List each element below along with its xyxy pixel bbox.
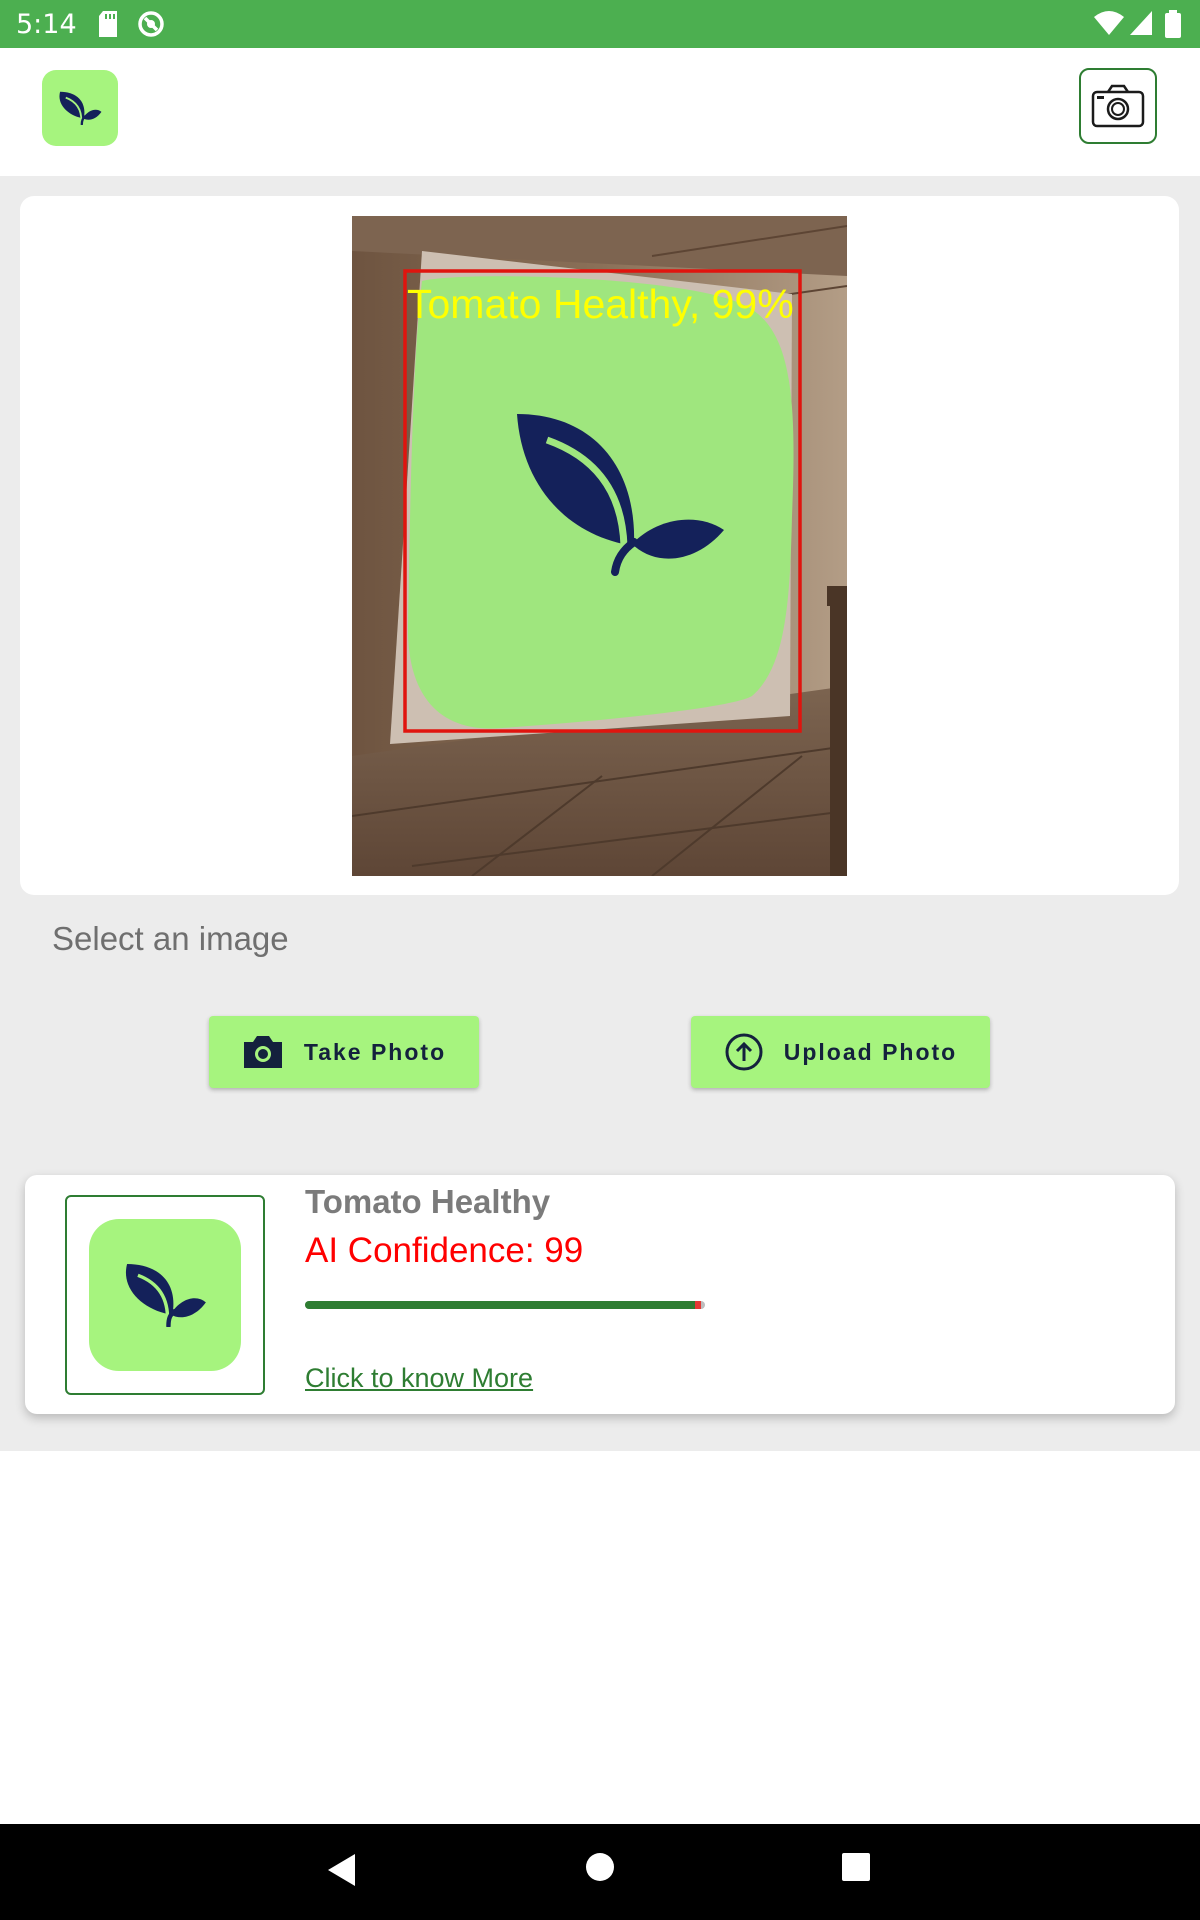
select-image-label: Select an image xyxy=(52,920,289,957)
status-bar: 5:14 xyxy=(0,0,1200,48)
back-icon[interactable] xyxy=(326,1852,358,1888)
sync-icon xyxy=(138,11,164,37)
confidence-text: AI Confidence: 99 xyxy=(305,1231,584,1270)
upload-photo-button[interactable]: Upload Photo xyxy=(691,1016,990,1088)
confidence-progress-fill xyxy=(305,1301,695,1309)
app-logo xyxy=(42,70,118,146)
sd-card-icon xyxy=(99,11,117,37)
take-photo-label: Take Photo xyxy=(303,1038,447,1065)
upload-photo-label: Upload Photo xyxy=(783,1038,958,1065)
home-icon[interactable] xyxy=(585,1852,615,1882)
result-card: Tomato Healthy AI Confidence: 99 Click t… xyxy=(25,1175,1175,1414)
navigation-bar xyxy=(0,1824,1200,1920)
detection-image: Tomato Healthy, 99% xyxy=(352,216,847,876)
image-preview-card: Tomato Healthy, 99% xyxy=(20,196,1179,895)
result-thumbnail xyxy=(65,1195,265,1395)
result-title: Tomato Healthy xyxy=(305,1183,551,1220)
leaf-icon xyxy=(59,91,102,125)
battery-icon xyxy=(1165,10,1181,38)
camera-icon xyxy=(1091,84,1145,128)
app-bar xyxy=(0,48,1200,176)
signal-icon xyxy=(1130,11,1152,35)
main-content: Tomato Healthy, 99% Select an image Take… xyxy=(0,176,1200,1451)
leaf-icon xyxy=(125,1263,206,1327)
camera-button[interactable] xyxy=(1079,68,1157,144)
camera-icon xyxy=(243,1036,282,1068)
captured-photo: Tomato Healthy, 99% xyxy=(352,216,847,876)
know-more-link[interactable]: Click to know More xyxy=(305,1363,533,1394)
confidence-progress-bar xyxy=(305,1301,705,1309)
upload-icon xyxy=(725,1033,763,1071)
status-time: 5:14 xyxy=(16,9,77,40)
detection-label: Tomato Healthy, 99% xyxy=(407,281,794,327)
take-photo-button[interactable]: Take Photo xyxy=(209,1016,479,1088)
confidence-progress-tip xyxy=(695,1301,701,1309)
wifi-icon xyxy=(1094,11,1124,35)
recents-icon[interactable] xyxy=(841,1852,871,1882)
